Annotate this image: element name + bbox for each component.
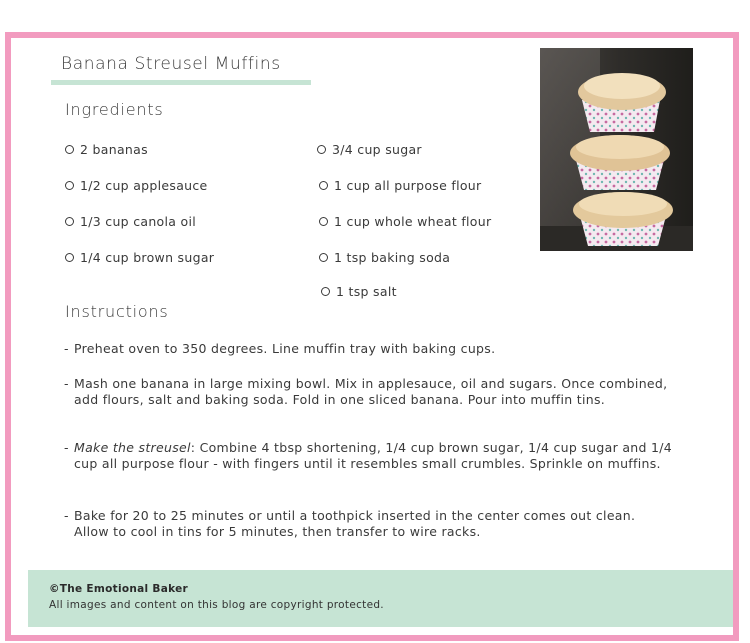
bullet-icon [65,217,74,226]
ingredient-item: 1 cup whole wheat flour [319,214,491,229]
ingredient-item: 1/3 cup canola oil [65,214,196,229]
bullet-icon [65,145,74,154]
muffin-photo [540,48,693,251]
recipe-card: Banana Streusel Muffins Ingredients 2 ba… [5,32,739,641]
bullet-icon [65,253,74,262]
footer-bar: ©The Emotional Baker All images and cont… [28,570,733,627]
instruction-step: - Preheat oven to 350 degrees. Line muff… [64,341,496,356]
muffin-stack-illustration [540,48,693,251]
instruction-step: - Bake for 20 to 25 minutes or until a t… [64,508,636,539]
title-underline [51,80,311,85]
bullet-icon [321,287,330,296]
copyright-notice: All images and content on this blog are … [49,599,384,611]
ingredient-item: 1 cup all purpose flour [319,178,481,193]
instruction-step: - Make the streusel: Combine 4 tbsp shor… [64,440,673,471]
ingredient-item: 1 tsp salt [321,284,397,299]
instruction-step: - Mash one banana in large mixing bowl. … [64,376,668,407]
recipe-title: Banana Streusel Muffins [61,54,281,74]
ingredients-heading: Ingredients [65,100,164,119]
bullet-icon [317,145,326,154]
ingredient-item: 2 bananas [65,142,148,157]
ingredient-item: 1 tsp baking soda [319,250,450,265]
bullet-icon [319,181,328,190]
streusel-label: Make the streusel [74,440,191,455]
bullet-icon [319,253,328,262]
copyright-text: ©The Emotional Baker [49,583,188,595]
ingredient-item: 3/4 cup sugar [317,142,422,157]
instructions-heading: Instructions [65,302,169,321]
ingredient-item: 1/2 cup applesauce [65,178,208,193]
bullet-icon [65,181,74,190]
bullet-icon [319,217,328,226]
ingredient-item: 1/4 cup brown sugar [65,250,214,265]
